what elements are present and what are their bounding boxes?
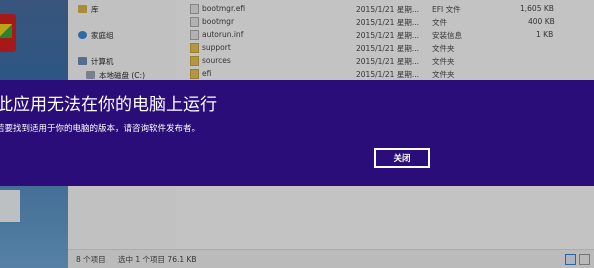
close-button[interactable]: 关闭 — [374, 148, 430, 168]
dialog-title: 此应用无法在你的电脑上运行 — [0, 95, 217, 115]
app-cannot-run-dialog: 此应用无法在你的电脑上运行 若要找到适用于你的电脑的版本，请咨询软件发布者。 关… — [0, 80, 594, 186]
dialog-message: 若要找到适用于你的电脑的版本，请咨询软件发布者。 — [0, 124, 201, 134]
